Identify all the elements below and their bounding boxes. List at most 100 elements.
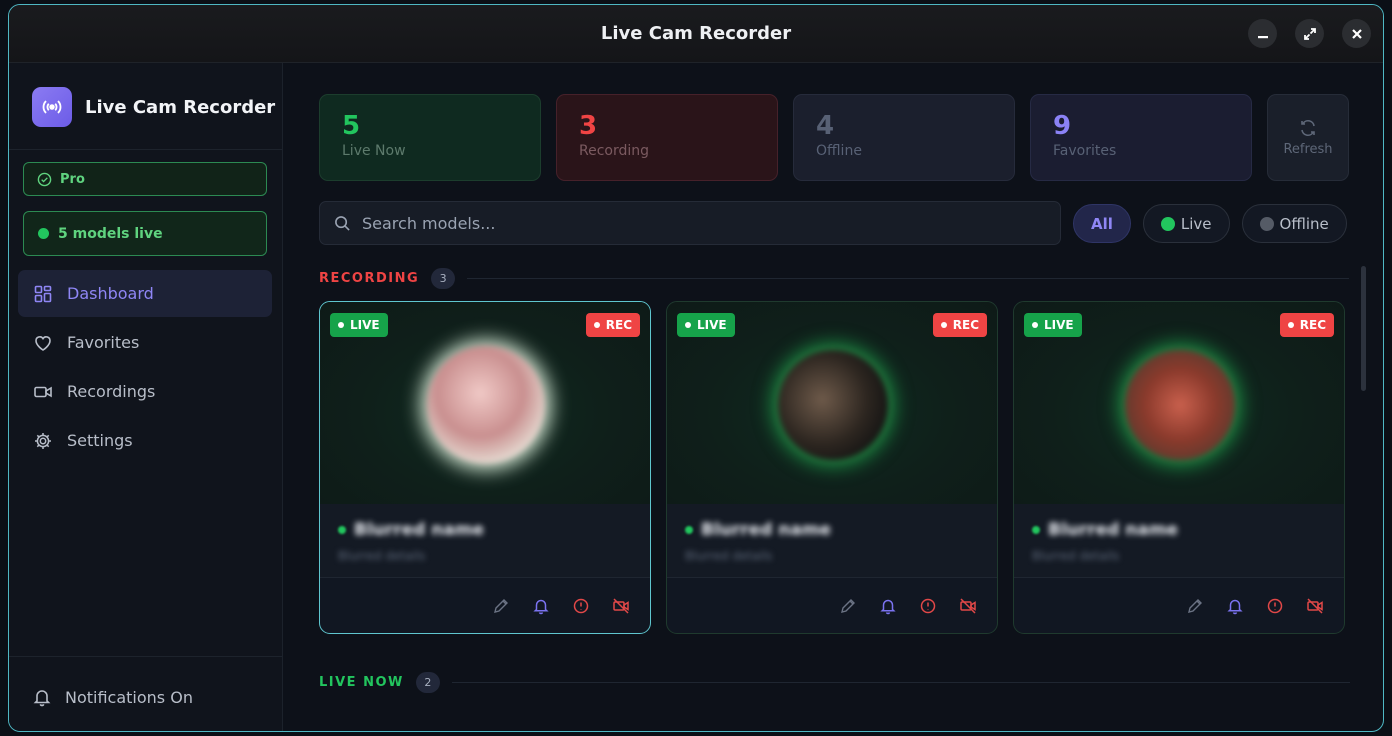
window-controls bbox=[1248, 19, 1371, 48]
sidebar-item-recordings[interactable]: Recordings bbox=[18, 368, 272, 415]
close-button[interactable] bbox=[1342, 19, 1371, 48]
section-title: RECORDING bbox=[319, 271, 420, 286]
minimize-button[interactable] bbox=[1248, 19, 1277, 48]
stop-recording-icon[interactable] bbox=[1306, 597, 1324, 615]
green-dot-icon bbox=[1160, 216, 1175, 231]
divider bbox=[467, 278, 1350, 279]
model-name: Blurred name bbox=[1032, 520, 1178, 540]
avatar bbox=[427, 346, 545, 464]
info-icon[interactable] bbox=[919, 597, 937, 615]
model-card[interactable]: LIVE REC Blurred name Blurred details bbox=[319, 301, 651, 634]
section-count: 3 bbox=[431, 268, 456, 289]
gray-dot-icon bbox=[1259, 216, 1274, 231]
stat-live-now[interactable]: 5 Live Now bbox=[319, 94, 541, 181]
info-icon[interactable] bbox=[1266, 597, 1284, 615]
model-subtitle: Blurred details bbox=[1032, 549, 1120, 563]
card-info: Blurred name Blurred details bbox=[320, 504, 650, 578]
scrollbar[interactable] bbox=[1361, 266, 1366, 391]
pro-label: Pro bbox=[60, 171, 85, 187]
filter-offline[interactable]: Offline bbox=[1241, 204, 1347, 243]
sidebar-item-favorites[interactable]: Favorites bbox=[18, 319, 272, 366]
sidebar-item-dashboard[interactable]: Dashboard bbox=[18, 270, 272, 317]
divider bbox=[9, 656, 282, 657]
info-icon[interactable] bbox=[572, 597, 590, 615]
stat-offline[interactable]: 4 Offline bbox=[793, 94, 1015, 181]
filter-label: Offline bbox=[1279, 214, 1329, 233]
refresh-button[interactable]: Refresh bbox=[1267, 94, 1349, 181]
section-recording-header: RECORDING 3 bbox=[319, 268, 1350, 289]
model-subtitle: Blurred details bbox=[685, 549, 773, 563]
card-actions bbox=[1186, 597, 1324, 615]
status-filters: All Live Offline bbox=[1073, 204, 1347, 243]
rec-badge: REC bbox=[585, 313, 640, 337]
search-input[interactable] bbox=[362, 213, 1042, 233]
bell-icon bbox=[33, 690, 51, 707]
filter-live[interactable]: Live bbox=[1142, 204, 1230, 243]
brand: Live Cam Recorder bbox=[32, 87, 275, 127]
stat-value: 4 bbox=[816, 111, 835, 141]
sidebar-nav: Dashboard Favorites Recordings Settings bbox=[18, 270, 272, 466]
stat-value: 5 bbox=[342, 111, 361, 141]
model-name: Blurred name bbox=[685, 520, 831, 540]
rec-badge: REC bbox=[1279, 313, 1334, 337]
divider bbox=[9, 149, 282, 150]
notifications-toggle[interactable]: Notifications On bbox=[32, 687, 193, 707]
stop-recording-icon[interactable] bbox=[612, 597, 630, 615]
app-window: Live Cam Recorder Live Cam Recorder Pro … bbox=[8, 4, 1384, 732]
model-name: Blurred name bbox=[338, 520, 484, 540]
check-circle-icon bbox=[37, 172, 52, 186]
window-title: Live Cam Recorder bbox=[600, 23, 792, 44]
card-info: Blurred name Blurred details bbox=[1014, 504, 1344, 578]
video-icon bbox=[34, 386, 52, 397]
stop-recording-icon[interactable] bbox=[959, 597, 977, 615]
pro-badge[interactable]: Pro bbox=[23, 162, 267, 196]
stat-label: Recording bbox=[579, 143, 650, 159]
stats-row: 5 Live Now 3 Recording 4 Offline 9 Favor… bbox=[319, 94, 1349, 181]
model-subtitle: Blurred details bbox=[338, 549, 426, 563]
edit-icon[interactable] bbox=[492, 597, 510, 615]
heart-icon bbox=[35, 335, 51, 351]
stat-value: 9 bbox=[1053, 111, 1072, 141]
stat-label: Live Now bbox=[342, 143, 406, 159]
edit-icon[interactable] bbox=[839, 597, 857, 615]
bell-icon[interactable] bbox=[532, 597, 550, 615]
divider bbox=[451, 682, 1350, 683]
edit-icon[interactable] bbox=[1186, 597, 1204, 615]
stat-value: 3 bbox=[579, 111, 598, 141]
brand-name: Live Cam Recorder bbox=[85, 96, 276, 118]
sidebar-item-settings[interactable]: Settings bbox=[18, 417, 272, 464]
card-actions bbox=[839, 597, 977, 615]
bell-icon[interactable] bbox=[1226, 597, 1244, 615]
model-card[interactable]: LIVE REC Blurred name Blurred details bbox=[666, 301, 998, 634]
live-dot-icon bbox=[38, 228, 49, 239]
filter-all[interactable]: All bbox=[1073, 204, 1131, 243]
stat-label: Offline bbox=[816, 143, 862, 159]
refresh-label: Refresh bbox=[1283, 142, 1333, 157]
section-live-now-header: LIVE NOW 2 bbox=[319, 672, 1350, 693]
grid-icon bbox=[34, 285, 52, 302]
live-badge: LIVE bbox=[1024, 313, 1082, 337]
live-badge: LIVE bbox=[677, 313, 735, 337]
sidebar: Live Cam Recorder Pro 5 models live Dash… bbox=[9, 63, 283, 731]
bell-icon[interactable] bbox=[879, 597, 897, 615]
card-preview: LIVE REC bbox=[667, 302, 997, 504]
model-card[interactable]: LIVE REC Blurred name Blurred details bbox=[1013, 301, 1345, 634]
minimize-icon bbox=[1257, 35, 1268, 38]
broadcast-icon bbox=[32, 87, 72, 127]
stat-recording[interactable]: 3 Recording bbox=[556, 94, 778, 181]
sidebar-item-label: Dashboard bbox=[67, 284, 154, 303]
live-status-text: 5 models live bbox=[58, 225, 163, 242]
main-content: 5 Live Now 3 Recording 4 Offline 9 Favor… bbox=[284, 63, 1383, 731]
title-bar[interactable]: Live Cam Recorder bbox=[9, 5, 1383, 63]
card-info: Blurred name Blurred details bbox=[667, 504, 997, 578]
sidebar-item-label: Settings bbox=[67, 431, 133, 450]
avatar bbox=[774, 346, 892, 464]
maximize-button[interactable] bbox=[1295, 19, 1324, 48]
filter-label: Live bbox=[1180, 214, 1212, 233]
card-actions bbox=[492, 597, 630, 615]
refresh-icon bbox=[1301, 119, 1315, 137]
card-preview: LIVE REC bbox=[1014, 302, 1344, 504]
maximize-icon bbox=[1303, 27, 1316, 40]
notifications-label: Notifications On bbox=[65, 687, 193, 707]
stat-favorites[interactable]: 9 Favorites bbox=[1030, 94, 1252, 181]
